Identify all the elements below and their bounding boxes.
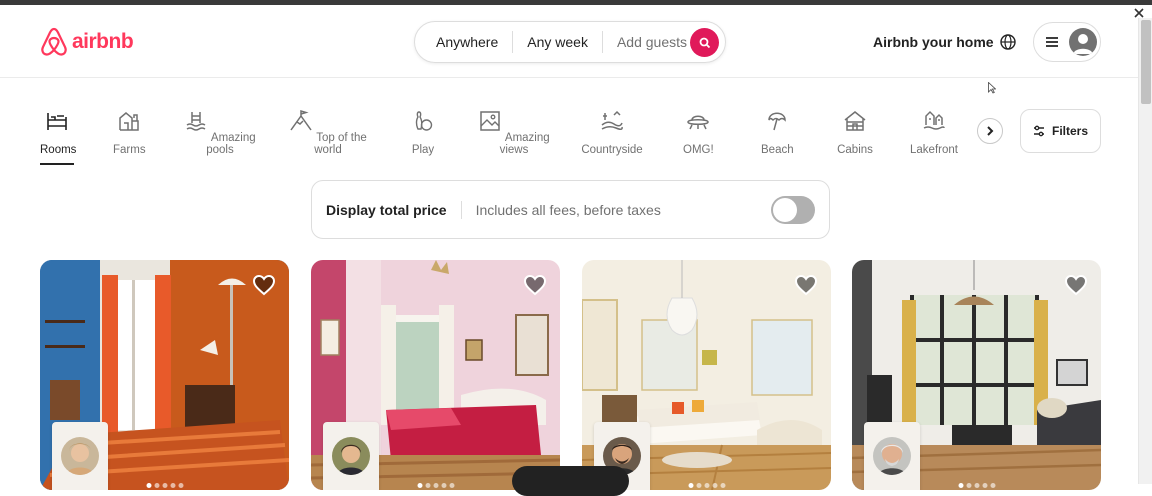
category-label: Rooms — [40, 144, 77, 156]
category-countryside[interactable]: Countryside — [581, 100, 643, 156]
hamburger-icon — [1046, 37, 1058, 47]
filters-button[interactable]: Filters — [1020, 109, 1101, 153]
category-label: Cabins — [837, 144, 873, 156]
scrollbar-thumb[interactable] — [1141, 20, 1151, 104]
cabin-icon — [844, 111, 866, 131]
category-farms[interactable]: Farms — [113, 100, 146, 156]
display-total-price-title: Display total price — [326, 201, 447, 218]
airbnb-logo-icon — [41, 27, 67, 56]
search-icon — [699, 37, 710, 48]
price-divider — [460, 200, 462, 219]
mountain-flag-icon — [290, 109, 312, 131]
picture-frame-icon — [480, 111, 501, 131]
bowling-icon — [415, 111, 433, 131]
scrollbar[interactable] — [1138, 18, 1152, 484]
bunk-bed-icon — [47, 113, 67, 130]
heart-icon[interactable] — [794, 274, 818, 296]
mouse-cursor-icon — [988, 82, 996, 94]
category-cabins[interactable]: Cabins — [837, 100, 873, 156]
globe-icon[interactable] — [999, 33, 1017, 51]
search-add-guests[interactable]: Add guests — [603, 32, 701, 52]
category-omg[interactable]: OMG! — [683, 100, 714, 156]
category-label: Top of the world — [314, 132, 367, 156]
listing-card[interactable] — [311, 260, 560, 490]
category-amazing-views[interactable]: Amazing views — [476, 100, 552, 156]
avatar — [1069, 28, 1097, 56]
site-header: airbnb Anywhere Any week Add guests Airb… — [0, 5, 1138, 78]
sliders-icon — [1033, 125, 1044, 137]
heart-icon[interactable] — [252, 274, 276, 296]
category-label: OMG! — [683, 144, 714, 156]
search-anywhere[interactable]: Anywhere — [415, 32, 512, 52]
listing-card[interactable] — [852, 260, 1101, 490]
display-total-price-subtitle: Includes all fees, before taxes — [475, 201, 661, 218]
category-label: Farms — [113, 144, 146, 156]
listing-card[interactable] — [40, 260, 289, 490]
category-label: Amazing views — [499, 132, 550, 156]
heart-icon[interactable] — [523, 274, 547, 296]
pool-icon — [186, 112, 206, 131]
toggle-knob — [773, 198, 797, 222]
category-amazing-pools[interactable]: Amazing pools — [182, 100, 258, 156]
barn-icon — [119, 112, 139, 131]
lakefront-icon — [923, 110, 945, 130]
countryside-icon — [601, 110, 623, 131]
heart-icon[interactable] — [1064, 274, 1088, 296]
category-bar: Rooms Farms Amazing pools Top of the wor… — [0, 100, 1138, 170]
umbrella-icon — [768, 112, 786, 131]
category-label: Play — [411, 144, 435, 156]
logo-text: airbnb — [72, 30, 134, 53]
listing-card[interactable] — [582, 260, 831, 490]
airbnb-logo[interactable]: airbnb — [40, 27, 134, 57]
filters-label: Filters — [1051, 124, 1088, 138]
airbnb-your-home-link[interactable]: Airbnb your home — [873, 34, 994, 50]
category-label: Amazing pools — [206, 132, 256, 156]
host-avatar — [323, 422, 379, 490]
category-beach[interactable]: Beach — [761, 100, 794, 156]
category-label: Beach — [761, 144, 794, 156]
category-rooms[interactable]: Rooms — [40, 100, 77, 165]
host-photo — [332, 437, 370, 475]
host-avatar — [52, 422, 108, 490]
category-top-of-the-world[interactable]: Top of the world — [286, 100, 370, 156]
show-map-button[interactable] — [512, 466, 629, 496]
host-avatar — [864, 422, 920, 490]
search-button[interactable] — [690, 28, 719, 57]
search-bar[interactable]: Anywhere Any week Add guests — [414, 21, 726, 63]
search-any-week[interactable]: Any week — [513, 32, 602, 52]
total-price-toggle[interactable] — [771, 196, 815, 224]
host-photo — [873, 437, 911, 475]
category-play[interactable]: Play — [411, 100, 435, 156]
category-label: Lakefront — [910, 144, 958, 156]
user-icon — [1073, 34, 1093, 54]
categories-next-button[interactable] — [977, 118, 1003, 144]
category-label: Countryside — [581, 144, 643, 156]
profile-menu-button[interactable] — [1033, 22, 1101, 62]
ufo-icon — [687, 115, 709, 130]
category-lakefront[interactable]: Lakefront — [909, 100, 959, 156]
host-photo — [61, 437, 99, 475]
display-total-price-panel: Display total price Includes all fees, b… — [311, 180, 830, 239]
chevron-right-icon — [987, 126, 994, 136]
